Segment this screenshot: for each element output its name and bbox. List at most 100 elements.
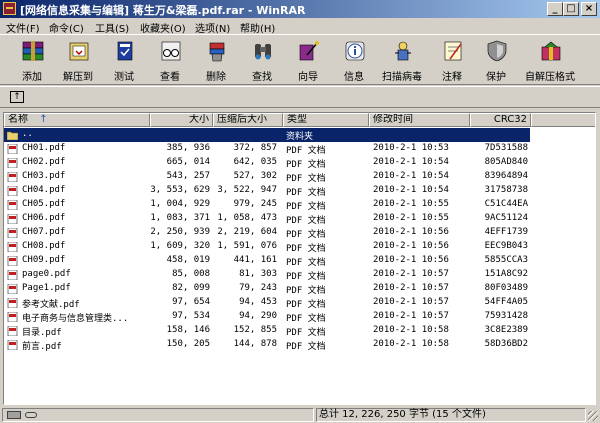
minimize-button[interactable]: _ xyxy=(547,2,563,16)
protect-button[interactable]: 保护 xyxy=(476,37,516,83)
pdf-file-icon xyxy=(7,284,18,294)
find-button[interactable]: 查找 xyxy=(242,37,282,83)
file-crc: 5855CCA3 xyxy=(484,255,528,265)
file-type: PDF 文档 xyxy=(286,272,326,282)
file-row[interactable]: CH04.pdf 3, 553, 629 3, 522, 947 PDF 文档 2010… xyxy=(4,184,595,198)
file-name: CH07.pdf xyxy=(22,227,66,237)
menu-file[interactable]: 文件(F) xyxy=(6,20,40,35)
file-crc: 7D531588 xyxy=(484,143,528,153)
file-row[interactable]: Page1.pdf 82, 099 79, 243 PDF 文档 2010-2-1 10… xyxy=(4,282,595,296)
file-size: 158, 146 xyxy=(166,325,210,335)
file-type: PDF 文档 xyxy=(286,216,326,226)
menu-tools[interactable]: 工具(S) xyxy=(95,20,129,35)
column-packed[interactable]: 压缩后大小 xyxy=(213,113,283,127)
file-row[interactable]: CH06.pdf 1, 083, 371 1, 058, 473 PDF 文档 2010… xyxy=(4,212,595,226)
wizard-button[interactable]: 向导 xyxy=(288,37,328,83)
file-row[interactable]: CH05.pdf 1, 004, 929 979, 245 PDF 文档 2010-2-… xyxy=(4,198,595,212)
file-size: 150, 205 xyxy=(166,339,210,349)
sort-arrow-icon: ↑ xyxy=(39,114,48,125)
file-row[interactable]: CH02.pdf 665, 014 642, 035 PDF 文档 2010-2-1 1… xyxy=(4,156,595,170)
file-modified: 2010-2-1 10:53 xyxy=(373,143,449,153)
file-row[interactable]: CH01.pdf 385, 936 372, 857 PDF 文档 2010-2-1 1… xyxy=(4,142,595,156)
close-button[interactable]: × xyxy=(581,2,597,16)
info-icon xyxy=(345,41,365,61)
pdf-file-icon xyxy=(7,200,18,210)
disk-icon[interactable] xyxy=(7,411,21,419)
file-size: 82, 099 xyxy=(172,283,210,293)
file-modified: 2010-2-1 10:54 xyxy=(373,171,449,181)
extract-to-label: 解压到 xyxy=(63,72,93,83)
file-row[interactable]: 电子商务与信息管理类... 97, 534 94, 290 PDF 文档 2010-2-… xyxy=(4,310,595,324)
file-row[interactable]: 前言.pdf 150, 205 144, 878 PDF 文档 2010-2-1 10:… xyxy=(4,338,595,352)
test-button[interactable]: 测试 xyxy=(104,37,144,83)
view-button[interactable]: 查看 xyxy=(150,37,190,83)
shield-icon xyxy=(487,40,507,62)
file-row[interactable]: 参考文献.pdf 97, 654 94, 453 PDF 文档 2010-2-1 10:… xyxy=(4,296,595,310)
folder-icon xyxy=(7,131,18,140)
resize-grip[interactable] xyxy=(588,411,598,421)
file-packed-size: 372, 857 xyxy=(233,143,277,153)
books-stack-icon xyxy=(22,41,44,61)
file-row[interactable]: 目录.pdf 158, 146 152, 855 PDF 文档 2010-2-1 10:… xyxy=(4,324,595,338)
extract-to-button[interactable]: 解压到 xyxy=(58,37,98,83)
column-name[interactable]: 名称 ↑ xyxy=(4,113,150,127)
menu-favorites[interactable]: 收藏夹(O) xyxy=(140,20,186,35)
virus-scan-button[interactable]: 扫描病毒 xyxy=(382,37,422,83)
file-name: CH05.pdf xyxy=(22,199,66,209)
file-type: PDF 文档 xyxy=(286,342,326,352)
file-name: CH08.pdf xyxy=(22,241,66,251)
delete-label: 删除 xyxy=(206,72,226,83)
file-row[interactable]: page0.pdf 85, 008 81, 303 PDF 文档 2010-2-1 10… xyxy=(4,268,595,282)
menu-help[interactable]: 帮助(H) xyxy=(240,20,275,35)
file-modified: 2010-2-1 10:56 xyxy=(373,227,449,237)
winrar-app-icon[interactable] xyxy=(3,2,16,15)
up-folder-button[interactable]: ↑ xyxy=(10,91,24,103)
file-row[interactable]: CH08.pdf 1, 609, 320 1, 591, 076 PDF 文档 2010… xyxy=(4,240,595,254)
pdf-file-icon xyxy=(7,242,18,252)
file-crc: 80F03489 xyxy=(484,283,528,293)
pdf-file-icon xyxy=(7,312,18,322)
file-crc: 805AD840 xyxy=(484,157,528,167)
winrar-window: [网络信息采集与编辑] 蒋生万&梁磊.pdf.rar - WinRAR _ □ … xyxy=(0,0,600,423)
window-title: [网络信息采集与编辑] 蒋生万&梁磊.pdf.rar - WinRAR xyxy=(20,4,306,17)
file-list[interactable]: 名称 ↑ 大小 压缩后大小 类型 修改时间 CRC32 .. 资料夹 CH01.… xyxy=(3,112,596,405)
file-name: 目录.pdf xyxy=(22,328,62,338)
file-crc: 4EFF1739 xyxy=(484,227,528,237)
column-crc[interactable]: CRC32 xyxy=(470,113,531,127)
file-row[interactable]: CH07.pdf 2, 250, 939 2, 219, 604 PDF 文档 2010… xyxy=(4,226,595,240)
column-modified[interactable]: 修改时间 xyxy=(369,113,470,127)
file-row[interactable]: CH03.pdf 543, 257 527, 302 PDF 文档 2010-2-1 1… xyxy=(4,170,595,184)
column-name-label: 名称 xyxy=(8,114,28,125)
file-type: PDF 文档 xyxy=(286,146,326,156)
delete-button[interactable]: 删除 xyxy=(196,37,236,83)
menu-commands[interactable]: 命令(C) xyxy=(49,20,84,35)
key-icon[interactable] xyxy=(25,412,37,418)
file-modified: 2010-2-1 10:55 xyxy=(373,199,449,209)
file-packed-size: 2, 219, 604 xyxy=(217,227,277,237)
file-packed-size: 642, 035 xyxy=(233,157,277,167)
file-type: PDF 文档 xyxy=(286,300,326,310)
pdf-file-icon xyxy=(7,270,18,280)
file-modified: 2010-2-1 10:58 xyxy=(373,325,449,335)
info-button[interactable]: 信息 xyxy=(334,37,374,83)
file-row[interactable]: CH09.pdf 458, 019 441, 161 PDF 文档 2010-2-1 1… xyxy=(4,254,595,268)
folder-extract-icon xyxy=(69,42,89,61)
menu-options[interactable]: 选项(N) xyxy=(195,20,230,35)
comment-button[interactable]: 注释 xyxy=(432,37,472,83)
file-modified: 2010-2-1 10:57 xyxy=(373,283,449,293)
status-total: 总计 12, 226, 250 字节 (15 个文件) xyxy=(316,408,586,422)
list-header: 名称 ↑ 大小 压缩后大小 类型 修改时间 CRC32 xyxy=(4,113,595,127)
column-spacer xyxy=(531,113,595,127)
file-size: 97, 654 xyxy=(172,297,210,307)
maximize-button[interactable]: □ xyxy=(563,2,579,16)
pdf-file-icon xyxy=(7,186,18,196)
title-bar[interactable]: [网络信息采集与编辑] 蒋生万&梁磊.pdf.rar - WinRAR _ □ … xyxy=(0,0,600,18)
pdf-file-icon xyxy=(7,144,18,154)
file-name: CH01.pdf xyxy=(22,143,66,153)
parent-folder-row[interactable]: .. 资料夹 xyxy=(4,128,530,142)
column-type[interactable]: 类型 xyxy=(283,113,369,127)
file-packed-size: 441, 161 xyxy=(233,255,277,265)
add-button[interactable]: 添加 xyxy=(12,37,52,83)
column-size[interactable]: 大小 xyxy=(150,113,213,127)
sfx-button[interactable]: 自解压格式 xyxy=(525,37,575,83)
